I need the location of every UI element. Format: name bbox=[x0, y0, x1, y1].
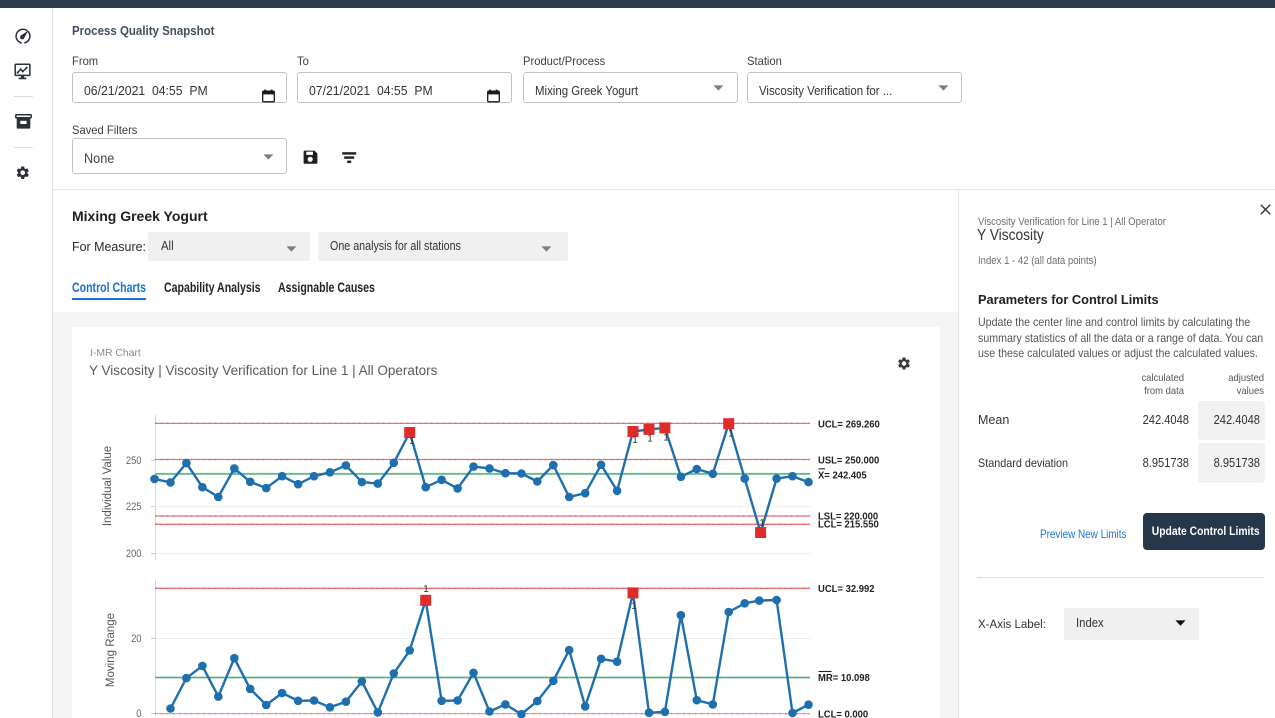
svg-text:Individual Value: Individual Value bbox=[102, 446, 114, 526]
svg-text:1: 1 bbox=[663, 433, 669, 444]
svg-text:UCL= 269.260: UCL= 269.260 bbox=[818, 419, 880, 430]
svg-text:MR= 10.098: MR= 10.098 bbox=[818, 673, 870, 684]
svg-text:1: 1 bbox=[409, 436, 415, 447]
svg-text:225: 225 bbox=[126, 502, 142, 514]
svg-text:Moving Range: Moving Range bbox=[105, 613, 117, 687]
svg-text:1: 1 bbox=[423, 584, 429, 595]
svg-text:1: 1 bbox=[759, 518, 765, 529]
svg-text:1: 1 bbox=[728, 429, 734, 440]
svg-text:1: 1 bbox=[631, 601, 637, 612]
svg-text:USL= 250.000: USL= 250.000 bbox=[818, 455, 880, 466]
svg-text:200: 200 bbox=[126, 549, 142, 561]
svg-text:1: 1 bbox=[632, 435, 638, 446]
svg-text:UCL= 32.992: UCL= 32.992 bbox=[818, 584, 875, 595]
svg-text:LCL= 215.550: LCL= 215.550 bbox=[818, 519, 879, 530]
svg-text:0: 0 bbox=[136, 709, 141, 718]
svg-text:1: 1 bbox=[647, 434, 653, 445]
svg-text:LCL= 0.000: LCL= 0.000 bbox=[818, 709, 869, 718]
svg-text:20: 20 bbox=[131, 633, 142, 645]
svg-text:X= 242.405: X= 242.405 bbox=[818, 470, 867, 481]
svg-text:250: 250 bbox=[126, 455, 142, 467]
